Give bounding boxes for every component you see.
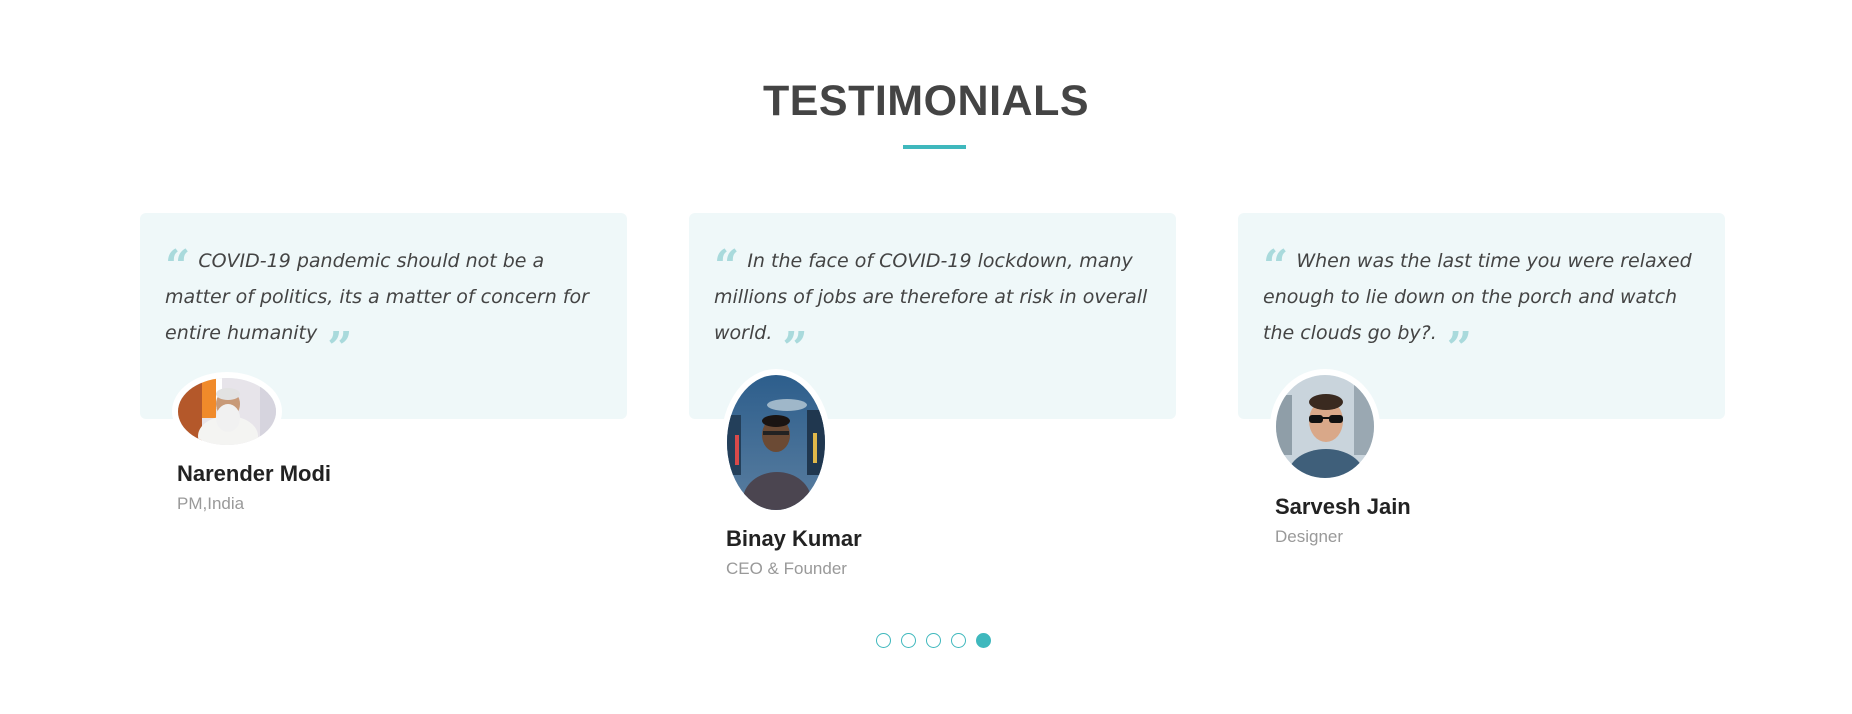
- photo-man-city-night-icon: [727, 375, 825, 510]
- quote-open-icon: “: [165, 241, 191, 292]
- testimonial-quote: “COVID-19 pandemic should not be a matte…: [165, 241, 605, 371]
- person-role: CEO & Founder: [726, 559, 847, 578]
- quote-text: In the face of COVID-19 lockdown, many m…: [714, 250, 1148, 344]
- avatar: [172, 372, 282, 451]
- quote-open-icon: “: [1263, 241, 1289, 292]
- pagination-dot[interactable]: [876, 633, 891, 648]
- pagination-dot-active[interactable]: [976, 633, 991, 648]
- quote-open-icon: “: [714, 241, 740, 292]
- person-role: Designer: [1275, 527, 1344, 546]
- testimonial-quote: “In the face of COVID-19 lockdown, many …: [714, 241, 1154, 371]
- title-underline: [903, 145, 966, 149]
- photo-man-white-beard-icon: [178, 378, 276, 445]
- quote-close-icon: ”: [327, 323, 353, 374]
- quote-close-icon: ”: [782, 323, 808, 374]
- pagination-dot[interactable]: [951, 633, 966, 648]
- person-name: Sarvesh Jain: [1275, 494, 1411, 519]
- person-role: PM,India: [177, 494, 245, 513]
- quote-text: When was the last time you were relaxed …: [1263, 250, 1692, 344]
- section-title: TESTIMONIALS: [762, 77, 1090, 125]
- person-name: Binay Kumar: [726, 526, 862, 551]
- avatar: [1270, 369, 1380, 484]
- pagination-dot[interactable]: [926, 633, 941, 648]
- testimonial-quote: “When was the last time you were relaxed…: [1263, 241, 1703, 371]
- testimonials-section: TESTIMONIALS “COVID-19 pandemic should n…: [0, 0, 1852, 714]
- avatar: [721, 369, 831, 516]
- quote-text: COVID-19 pandemic should not be a matter…: [165, 250, 589, 344]
- person-name: Narender Modi: [177, 461, 332, 486]
- pagination-dot[interactable]: [901, 633, 916, 648]
- carousel-pagination: [876, 633, 991, 648]
- quote-close-icon: ”: [1446, 323, 1473, 374]
- photo-man-sunglasses-icon: [1276, 375, 1374, 478]
